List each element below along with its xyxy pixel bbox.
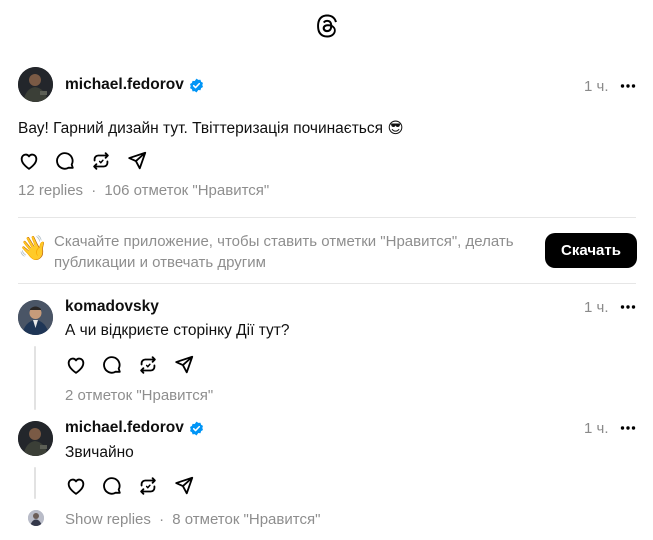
repost-icon[interactable] (90, 150, 112, 172)
reply-footer: Show replies · 8 отметок "Нравится" (65, 511, 320, 528)
repost-icon[interactable] (137, 475, 159, 497)
reply-author-username[interactable]: michael.fedorov (65, 419, 204, 437)
separator: · (91, 182, 97, 199)
reply-text: Звичайно (65, 444, 134, 461)
post-author-username[interactable]: michael.fedorov (65, 76, 204, 94)
reply-text: А чи відкриєте сторінку Дії тут? (65, 322, 290, 339)
verified-badge-icon (189, 421, 203, 435)
avatar[interactable] (18, 421, 53, 456)
post-stats: 12 replies · 106 отметок "Нравится" (18, 182, 269, 199)
likes-count[interactable]: 8 отметок "Нравится" (172, 511, 320, 528)
verified-badge-icon (189, 78, 203, 92)
reply-actions (65, 475, 195, 497)
share-icon[interactable] (126, 150, 148, 172)
heart-icon[interactable] (65, 354, 87, 376)
more-icon[interactable] (620, 304, 636, 310)
likes-count[interactable]: 106 отметок "Нравится" (104, 182, 269, 199)
threads-logo-icon[interactable] (315, 14, 339, 40)
thread-line (34, 467, 36, 499)
likes-count[interactable]: 2 отметок "Нравится" (65, 387, 213, 404)
username-text: komadovsky (65, 298, 159, 315)
avatar[interactable] (18, 300, 53, 335)
heart-icon[interactable] (18, 150, 40, 172)
divider (18, 283, 636, 284)
repost-icon[interactable] (137, 354, 159, 376)
share-icon[interactable] (173, 475, 195, 497)
reply-author-username[interactable]: komadovsky (65, 298, 159, 316)
reply-actions (65, 354, 195, 376)
username-text: michael.fedorov (65, 76, 184, 93)
avatar (28, 510, 44, 526)
post-actions (18, 150, 148, 172)
download-button[interactable]: Скачать (545, 233, 637, 268)
more-icon[interactable] (620, 425, 636, 431)
download-prompt-text: Скачайте приложение, чтобы ставить отмет… (54, 233, 514, 271)
username-text: michael.fedorov (65, 419, 184, 436)
reply-time: 1 ч. (584, 299, 609, 316)
comment-icon[interactable] (101, 475, 123, 497)
separator: · (159, 511, 165, 528)
replies-count[interactable]: 12 replies (18, 182, 83, 199)
more-icon[interactable] (620, 83, 636, 89)
show-replies-link[interactable]: Show replies (65, 511, 151, 528)
share-icon[interactable] (173, 354, 195, 376)
thread-line (34, 346, 36, 410)
avatar[interactable] (18, 67, 53, 102)
comment-icon[interactable] (101, 354, 123, 376)
post-time: 1 ч. (584, 78, 609, 95)
comment-icon[interactable] (54, 150, 76, 172)
post-text: Вау! Гарний дизайн тут. Твіттеризація по… (18, 120, 404, 137)
heart-icon[interactable] (65, 475, 87, 497)
divider (18, 217, 636, 218)
reply-time: 1 ч. (584, 420, 609, 437)
waving-hand-icon: 👋 (18, 235, 48, 262)
